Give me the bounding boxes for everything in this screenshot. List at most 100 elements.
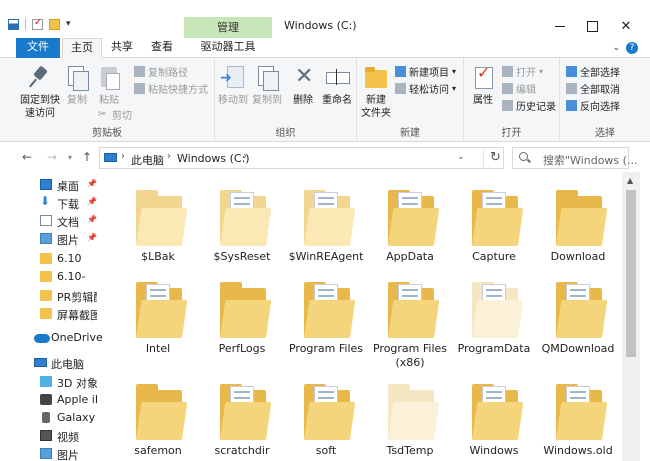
file-name: QMDownload [541,342,615,355]
new-folder-qat-icon[interactable] [49,18,60,30]
ribbon-expand-chevron-icon[interactable]: ⌄ [612,43,620,53]
folder-item-soft[interactable]: soft [284,372,368,461]
select-all-icon [566,66,577,77]
pictures-icon [40,233,52,244]
folder-item-scratchdir[interactable]: scratchdir [200,372,284,461]
vertical-scrollbar[interactable]: ▲ [622,172,640,461]
folder-item-tsdtemp[interactable]: TsdTemp [368,372,452,461]
this-pc-icon [104,153,117,162]
copy-path-button[interactable]: 复制路径 [134,64,188,79]
history-button[interactable]: 历史记录 [502,98,556,113]
select-all-button[interactable]: 全部选择 [566,64,620,79]
folder-item-windows[interactable]: Windows [452,372,536,461]
folder-item-capture[interactable]: Capture [452,178,536,268]
search-box[interactable]: 搜索"Windows (... [512,147,637,169]
folder-item-safemon[interactable]: safemon [116,372,200,461]
invert-selection-button[interactable]: 反向选择 [566,98,620,113]
folder-item-programdata[interactable]: ProgramData [452,270,536,360]
pictures-icon [40,448,52,459]
file-name: scratchdir [214,444,270,457]
breadcrumb-separator-icon[interactable]: › [121,151,125,162]
properties-qat-icon[interactable] [8,18,19,30]
folder-item-sysreset[interactable]: $SysReset [200,178,284,268]
paste-shortcut-button[interactable]: 粘贴快捷方式 [134,81,208,96]
breadcrumb-separator-icon[interactable]: › [167,151,171,162]
invert-selection-label: 反向选择 [580,102,620,113]
maximize-button[interactable] [563,14,603,38]
edit-button[interactable]: 编辑 [502,81,536,96]
pin-icon [27,64,53,90]
checkmark-qat-icon[interactable] [32,17,43,30]
new-item-label: 新建项目 [409,68,449,79]
sidebar-item-onedrive[interactable]: OneDrive [0,327,110,349]
folder-icon [472,282,524,338]
documents-icon [40,215,52,226]
folder-item-perflogs[interactable]: PerfLogs [200,270,284,360]
rename-button[interactable]: 重命名 [319,64,355,107]
sidebar-item-pictures[interactable]: 图片 📌 [0,228,110,250]
help-icon[interactable]: ? [626,42,638,54]
sidebar-item-pictures-pc[interactable]: 图片 [0,443,110,461]
desktop-icon [40,179,52,190]
ribbon-tabs: 文件 主页 共享 查看 驱动器工具 ⌄ ? [0,38,650,59]
folder-item-program-files-x86[interactable]: Program Files (x86) [368,270,452,369]
rename-icon [324,64,350,90]
history-icon [502,100,513,111]
pin-to-quick-access-button[interactable]: 固定到快 速访问 [16,64,64,120]
folder-item-lbak[interactable]: $LBak [116,178,200,268]
properties-label: 属性 [473,95,493,106]
open-button[interactable]: 打开 ▾ [502,64,543,79]
tab-view[interactable]: 查看 [144,38,180,58]
onedrive-cloud-icon [34,334,50,343]
tab-file[interactable]: 文件 [16,38,60,58]
copy-to-button[interactable]: 复制到 [251,64,283,107]
pin-icon: 📌 [87,233,97,242]
paste-button[interactable]: 粘贴 [94,64,124,107]
file-name: safemon [134,444,182,457]
tab-share[interactable]: 共享 [104,38,140,58]
context-tab-manage[interactable]: 管理 [184,17,272,38]
breadcrumb-separator-icon[interactable]: › [243,151,247,162]
folder-item-qmdownload[interactable]: QMDownload [536,270,620,360]
file-list: $LBak $SysReset $WinREAgent AppData Capt… [110,172,622,461]
folder-item-windows-old[interactable]: Windows.old [536,372,620,461]
qat-customize-chevron-icon[interactable]: ▾ [66,19,71,29]
folder-item-winreagent[interactable]: $WinREAgent [284,178,368,268]
window-title: Windows (C:) [284,19,357,32]
properties-button[interactable]: 属性 [468,64,498,107]
cut-button[interactable]: ✂ 剪切 [98,107,132,122]
close-button[interactable]: ✕ [606,14,646,38]
recent-locations-chevron-icon[interactable]: ▾ [68,153,72,162]
file-name: AppData [386,250,434,263]
up-arrow-icon[interactable]: ↑ [82,150,92,164]
delete-button[interactable]: 删除 [291,64,315,107]
refresh-icon[interactable]: ↻ [483,150,501,168]
sidebar-item-folder-screenshots[interactable]: 屏幕截图 [0,303,110,325]
folder-item-appdata[interactable]: AppData [368,178,452,268]
easy-access-button[interactable]: 轻松访问 ▾ [395,81,456,96]
move-to-button[interactable]: 移动到 [217,64,249,107]
open-group-label: 打开 [501,128,522,139]
forward-arrow-icon[interactable]: → [47,150,57,164]
folder-item-program-files[interactable]: Program Files [284,270,368,360]
folder-icon [472,190,524,246]
copy-button[interactable]: 复制 [62,64,92,107]
file-name: Capture [472,250,516,263]
pin-icon: 📌 [87,215,97,224]
folder-item-download[interactable]: Download [536,178,620,268]
file-name: ProgramData [457,342,531,355]
breadcrumb-this-pc[interactable]: 此电脑 [131,152,164,168]
tab-drive-tools[interactable]: 驱动器工具 [186,38,270,58]
back-arrow-icon[interactable]: ← [22,150,32,164]
scroll-up-arrow-icon[interactable]: ▲ [627,176,633,185]
folder-icon [220,190,272,246]
folder-item-intel[interactable]: Intel [116,270,200,360]
breadcrumb-drive[interactable]: Windows (C:) [177,152,250,165]
new-folder-button[interactable]: 新建 文件夹 [359,64,393,120]
scrollbar-thumb[interactable] [626,190,636,357]
address-bar[interactable]: › 此电脑 › Windows (C:) › ⌄ ↻ [99,147,504,169]
address-history-chevron-icon[interactable]: ⌄ [457,152,465,162]
new-item-button[interactable]: 新建项目 ▾ [395,64,456,79]
tab-home[interactable]: 主页 [62,38,102,59]
select-none-button[interactable]: 全部取消 [566,81,620,96]
